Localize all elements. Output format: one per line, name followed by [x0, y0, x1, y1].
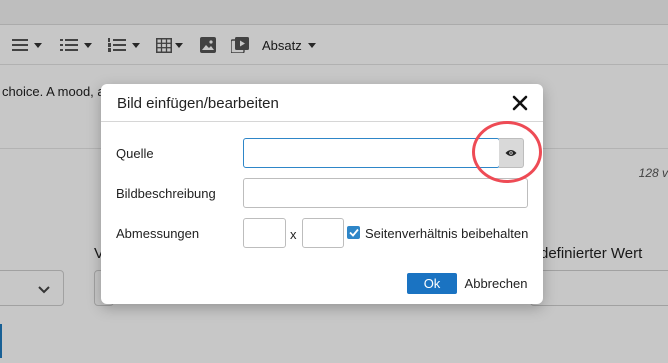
source-input[interactable]	[243, 138, 500, 168]
dialog-title: Bild einfügen/bearbeiten	[117, 95, 279, 112]
ok-button[interactable]: Ok	[407, 273, 457, 294]
description-input[interactable]	[243, 178, 528, 208]
dimension-separator: x	[290, 227, 297, 242]
close-button[interactable]	[511, 94, 529, 112]
checkmark-icon	[348, 228, 359, 237]
width-input[interactable]	[243, 218, 286, 248]
description-label: Bildbeschreibung	[116, 186, 216, 201]
source-label: Quelle	[116, 146, 154, 161]
dialog-header: Bild einfügen/bearbeiten	[101, 84, 543, 122]
keep-ratio-label[interactable]: Seitenverhältnis beibehalten	[365, 226, 528, 241]
eye-icon	[505, 150, 517, 156]
browse-button[interactable]	[499, 138, 524, 168]
keep-ratio-checkbox[interactable]	[347, 226, 360, 239]
dimensions-label: Abmessungen	[116, 226, 200, 241]
cancel-button[interactable]: Abbrechen	[463, 273, 529, 294]
close-icon	[512, 95, 528, 111]
image-dialog: Bild einfügen/bearbeiten Quelle Bildbesc…	[101, 84, 543, 304]
height-input[interactable]	[302, 218, 344, 248]
